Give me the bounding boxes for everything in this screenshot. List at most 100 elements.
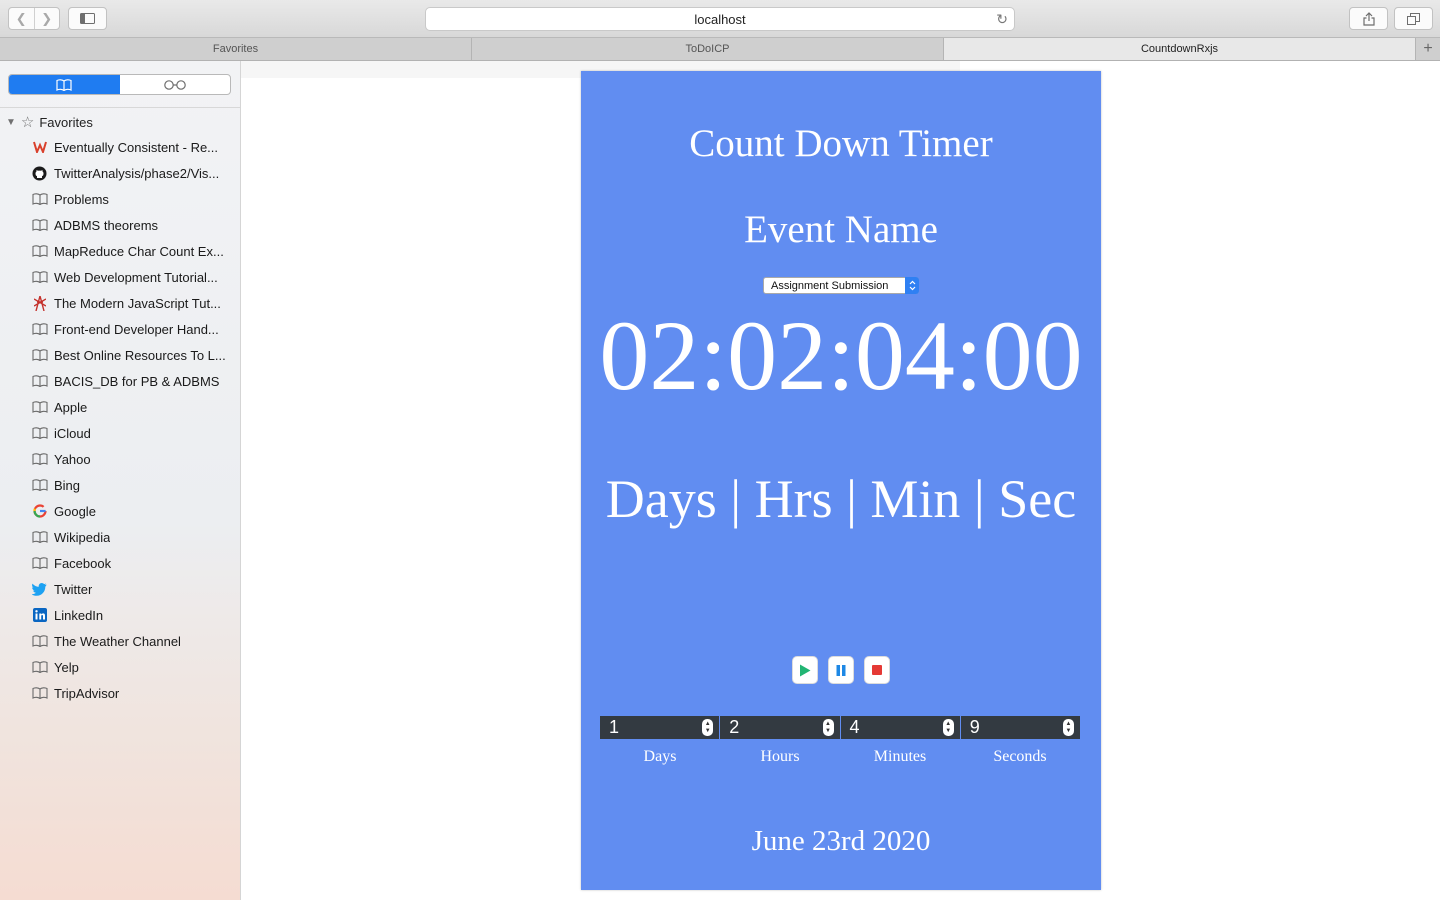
countdown-display: 02:02:04:00 <box>599 300 1083 411</box>
bookmark-item[interactable]: Best Online Resources To L... <box>31 342 236 368</box>
tab-countdownrxjs[interactable]: CountdownRxjs <box>944 38 1416 60</box>
bookmark-item[interactable]: iCloud <box>31 420 236 446</box>
bookmark-label: Eventually Consistent - Re... <box>54 139 219 155</box>
reading-list-tab[interactable] <box>120 75 231 94</box>
book-icon <box>31 529 48 546</box>
book-icon <box>31 633 48 650</box>
bookmark-item[interactable]: The Weather Channel <box>31 628 236 654</box>
w-logo-icon <box>31 139 48 156</box>
bookmark-item[interactable]: The Modern JavaScript Tut... <box>31 290 236 316</box>
timer-controls <box>792 656 890 684</box>
chevron-right-icon: ❯ <box>41 10 53 26</box>
new-tab-button[interactable]: + <box>1416 38 1440 60</box>
event-select-value: Assignment Submission <box>771 279 889 292</box>
book-icon <box>31 659 48 676</box>
bookmark-item[interactable]: Yelp <box>31 654 236 680</box>
stepper-icon[interactable]: ▲ ▼ <box>942 719 954 736</box>
tab-todoicp[interactable]: ToDoICP <box>472 38 944 60</box>
book-icon <box>31 451 48 468</box>
book-icon <box>31 243 48 260</box>
book-icon <box>31 685 48 702</box>
hours-input[interactable]: 2 ▲ ▼ <box>720 716 840 739</box>
bookmark-label: Google <box>54 503 96 519</box>
stop-button[interactable] <box>864 656 890 684</box>
bookmarks-tab[interactable] <box>9 75 120 94</box>
bookmark-item[interactable]: LinkedIn <box>31 602 236 628</box>
glasses-icon <box>163 79 186 90</box>
bookmark-item[interactable]: Wikipedia <box>31 524 236 550</box>
event-select[interactable]: Assignment Submission <box>763 277 919 294</box>
book-icon <box>31 399 48 416</box>
sidebar-icon <box>80 13 95 24</box>
stepper-icon[interactable]: ▲ ▼ <box>822 719 834 736</box>
bookmark-label: Front-end Developer Hand... <box>54 321 219 337</box>
tabs-overview-button[interactable] <box>1394 7 1433 30</box>
bookmark-item[interactable]: Bing <box>31 472 236 498</box>
target-date: June 23rd 2020 <box>751 825 931 857</box>
linkedin-icon <box>31 607 48 624</box>
bookmark-item[interactable]: ADBMS theorems <box>31 212 236 238</box>
bookmark-label: The Weather Channel <box>54 633 181 649</box>
reload-icon[interactable]: ↻ <box>996 11 1008 28</box>
bookmark-label: Best Online Resources To L... <box>54 347 226 363</box>
stepper-icon[interactable]: ▲ ▼ <box>1063 719 1074 736</box>
days-label: Days <box>643 748 677 765</box>
address-bar[interactable]: localhost ↻ <box>425 7 1015 31</box>
bookmark-item[interactable]: Facebook <box>31 550 236 576</box>
stop-icon <box>872 665 882 675</box>
bookmark-item[interactable]: Apple <box>31 394 236 420</box>
tower-icon <box>31 295 48 312</box>
bookmark-item[interactable]: Yahoo <box>31 446 236 472</box>
back-button[interactable]: ❮ <box>9 8 34 29</box>
book-icon <box>31 347 48 364</box>
minutes-label: Minutes <box>873 748 927 765</box>
share-button[interactable] <box>1349 7 1388 30</box>
bookmark-item[interactable]: TripAdvisor <box>31 680 236 706</box>
bookmark-item[interactable]: Problems <box>31 186 236 212</box>
bookmark-label: LinkedIn <box>54 607 104 623</box>
bookmark-item[interactable]: Eventually Consistent - Re... <box>31 134 236 160</box>
bookmark-label: Bing <box>54 477 81 493</box>
pause-button[interactable] <box>828 656 854 684</box>
disclosure-triangle-icon[interactable]: ▼ <box>6 117 16 128</box>
bookmark-item[interactable]: Google <box>31 498 236 524</box>
bookmark-label: Facebook <box>54 555 112 571</box>
tab-favorites[interactable]: Favorites <box>0 38 472 60</box>
bookmark-item[interactable]: BACIS_DB for PB & ADBMS <box>31 368 236 394</box>
bookmark-item[interactable]: Web Development Tutorial... <box>31 264 236 290</box>
seconds-label: Seconds <box>993 748 1047 765</box>
favorites-header[interactable]: ▼ ☆ Favorites <box>6 113 93 131</box>
bookmark-label: Yelp <box>54 659 79 675</box>
book-icon <box>31 555 48 572</box>
minutes-input[interactable]: 4 ▲ ▼ <box>840 716 960 739</box>
bookmark-item[interactable]: MapReduce Char Count Ex... <box>31 238 236 264</box>
bookmark-label: MapReduce Char Count Ex... <box>54 243 224 259</box>
stepper-icon[interactable]: ▲ ▼ <box>702 719 714 736</box>
page-title: Count Down Timer <box>689 122 993 165</box>
units-label: Days | Hrs | Min | Sec <box>605 469 1077 529</box>
bookmark-label: Twitter <box>54 581 93 597</box>
bookmark-label: BACIS_DB for PB & ADBMS <box>54 373 220 389</box>
countdown-card: Count Down Timer Event Name Assignment S… <box>581 71 1101 890</box>
forward-button[interactable]: ❯ <box>33 8 60 29</box>
bookmark-label: TwitterAnalysis/phase2/Vis... <box>54 165 220 181</box>
sidebar-toggle-button[interactable] <box>68 7 107 30</box>
bookmark-label: Yahoo <box>54 451 91 467</box>
browser-toolbar: ❮ ❯ localhost ↻ <box>0 0 1440 38</box>
bookmark-item[interactable]: Twitter <box>31 576 236 602</box>
bookmark-list: Eventually Consistent - Re... TwitterAnal… <box>31 134 236 706</box>
bookmark-label: ADBMS theorems <box>54 217 159 233</box>
play-button[interactable] <box>792 656 818 684</box>
bookmark-label: Apple <box>54 399 88 415</box>
book-icon <box>31 425 48 442</box>
bookmarks-sidebar: ▼ ☆ Favorites Eventually Consistent - Re… <box>0 61 241 900</box>
hours-label: Hours <box>760 748 800 765</box>
bookmark-item[interactable]: Front-end Developer Hand... <box>31 316 236 342</box>
bookmark-label: TripAdvisor <box>54 685 120 701</box>
book-icon <box>31 477 48 494</box>
book-icon <box>56 78 72 91</box>
seconds-input[interactable]: 9 ▲ ▼ <box>960 716 1080 739</box>
bookmark-item[interactable]: TwitterAnalysis/phase2/Vis... <box>31 160 236 186</box>
days-input[interactable]: 1 ▲ ▼ <box>600 716 720 739</box>
sidebar-divider <box>0 107 240 108</box>
